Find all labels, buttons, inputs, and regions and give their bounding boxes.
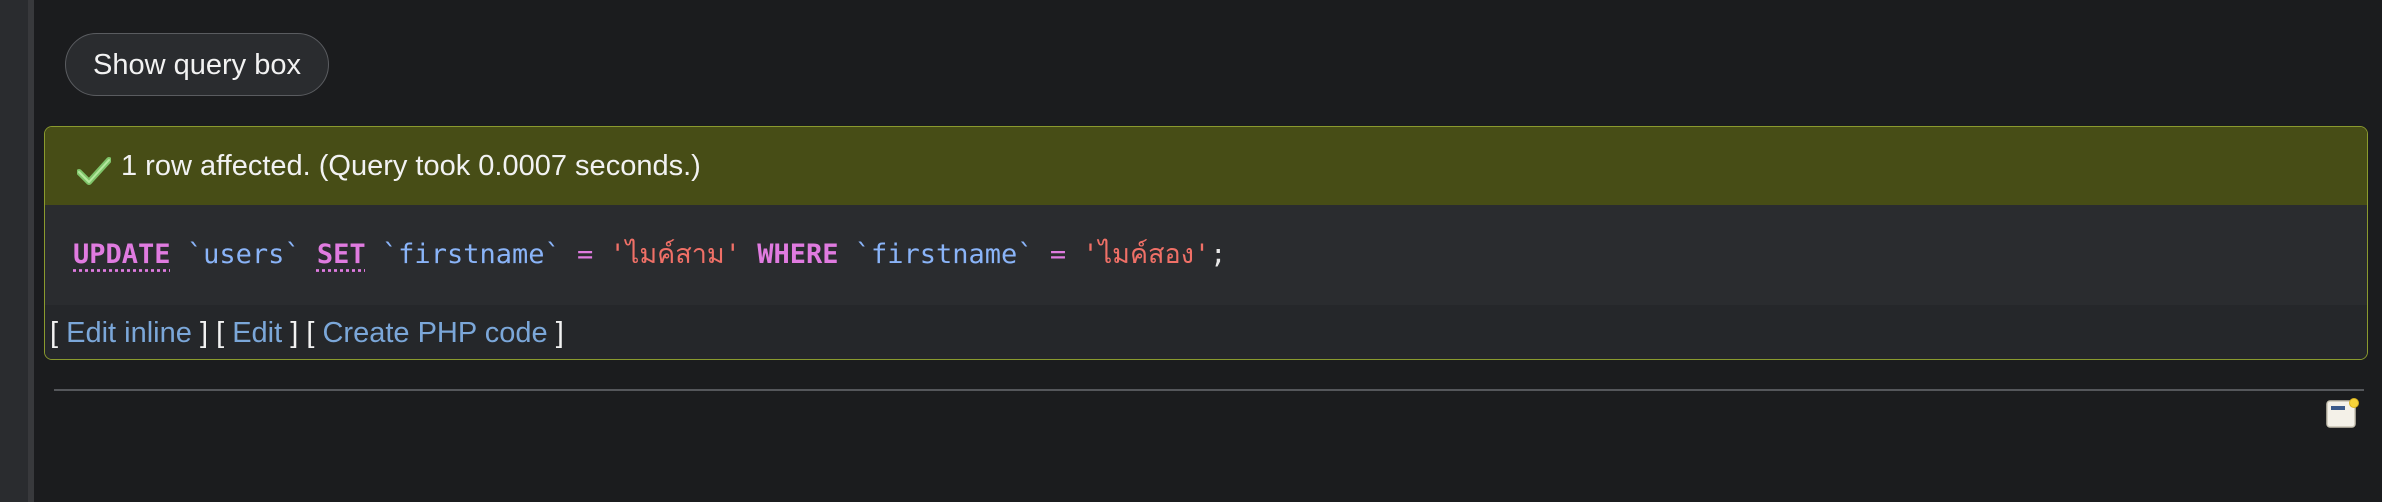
sql-operator: = — [577, 239, 594, 270]
navigation-resize-handle[interactable] — [28, 0, 34, 502]
sql-operator: = — [1049, 239, 1067, 270]
navigation-panel-edge — [0, 0, 30, 502]
bracket: [ — [216, 317, 225, 349]
checkmark-icon — [77, 157, 111, 185]
sql-column-identifier: `firstname` — [381, 239, 561, 270]
sql-keyword-where: WHERE — [757, 239, 839, 270]
bracket: ] — [555, 317, 564, 349]
sql-table-identifier: `users` — [186, 239, 301, 270]
edit-link[interactable]: Edit — [232, 317, 282, 349]
section-divider — [54, 389, 2364, 391]
query-actions-row: [ Edit inline ] [ Edit ] [ Create PHP co… — [45, 305, 2367, 359]
sql-column-identifier: `firstname` — [854, 239, 1034, 270]
success-message-text: 1 row affected. (Query took 0.0007 secon… — [121, 150, 701, 182]
bracket: [ — [306, 317, 315, 349]
sql-string-value: 'ไมค์สาม' — [609, 239, 741, 270]
success-message: 1 row affected. (Query took 0.0007 secon… — [45, 127, 2367, 205]
sql-string-value: 'ไมค์สอง' — [1082, 239, 1211, 270]
bracket: ] — [290, 317, 299, 349]
query-actions: [ Edit inline ] [ Edit ] [ Create PHP co… — [50, 305, 564, 359]
edit-inline-link[interactable]: Edit inline — [66, 317, 192, 349]
console-window-icon[interactable] — [2325, 397, 2359, 431]
bracket: ] — [199, 317, 208, 349]
query-result-box: 1 row affected. (Query took 0.0007 secon… — [44, 126, 2368, 360]
show-query-box-button[interactable]: Show query box — [65, 33, 329, 96]
bracket: [ — [50, 317, 59, 349]
sql-keyword-set[interactable]: SET — [317, 239, 366, 270]
phpmyadmin-page: Show query box 1 row affected. (Query to… — [0, 0, 2382, 502]
create-php-code-link[interactable]: Create PHP code — [322, 317, 547, 349]
sql-query-line: UPDATE `users` SET `firstname` = 'ไมค์สา… — [73, 205, 1226, 305]
sql-query-display: UPDATE `users` SET `firstname` = 'ไมค์สา… — [45, 205, 2367, 305]
sql-keyword-update[interactable]: UPDATE — [73, 239, 171, 270]
sql-terminator: ; — [1210, 239, 1227, 270]
